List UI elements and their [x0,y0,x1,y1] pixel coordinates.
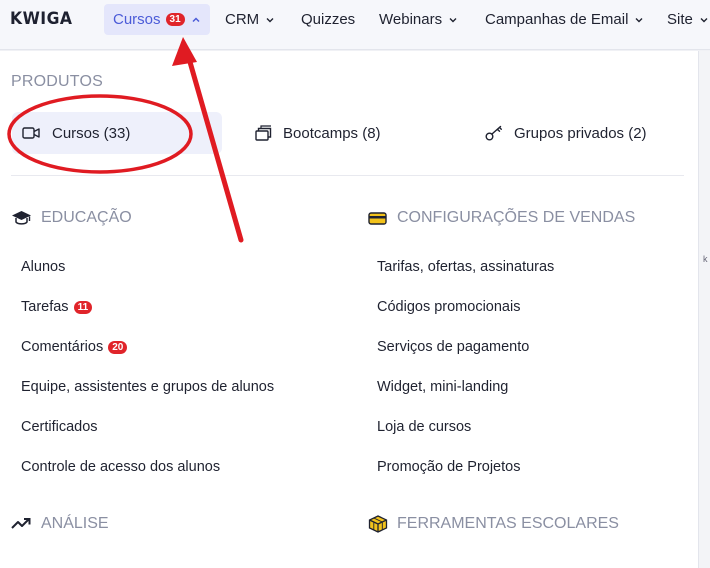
ferramentas-title-label: FERRAMENTAS ESCOLARES [397,515,619,532]
brand-logo[interactable]: KWIGA [10,9,72,29]
nav-campanhas-email[interactable]: Campanhas de Email [485,4,644,35]
products-section-title: PRODUTOS [11,73,103,90]
product-grupos-label: Grupos privados (2) [514,124,647,142]
nav-cursos-badge: 31 [165,13,185,26]
analise-title-label: ANÁLISE [41,515,109,532]
product-cursos-label: Cursos (33) [52,124,131,142]
product-bootcamps-label: Bootcamps (8) [283,124,381,142]
nav-crm-label: CRM [225,11,260,28]
nav-quizzes-label: Quizzes [301,11,356,28]
trending-up-icon [11,518,31,529]
section-divider [11,175,684,176]
video-icon [22,127,40,139]
link-tarifas[interactable]: Tarifas, ofertas, assinaturas [377,259,554,275]
vendas-title-label: CONFIGURAÇÕES DE VENDAS [397,209,636,226]
chevron-down-icon [449,17,457,22]
link-comentarios-label: Comentários [21,339,104,355]
link-widget[interactable]: Widget, mini-landing [377,379,508,395]
nav-cursos[interactable]: Cursos 31 [104,4,210,35]
product-grupos-privados[interactable]: Grupos privados (2) [485,112,647,154]
tarefas-badge: 11 [73,300,93,314]
link-promocao-projetos[interactable]: Promoção de Projetos [377,459,520,475]
link-equipe[interactable]: Equipe, assistentes e grupos de alunos [21,379,274,395]
educacao-title-label: EDUCAÇÃO [41,209,132,226]
chevron-down-icon [266,17,274,22]
link-alunos[interactable]: Alunos [21,259,65,275]
vendas-section-title: CONFIGURAÇÕES DE VENDAS [368,209,635,227]
link-loja-cursos[interactable]: Loja de cursos [377,419,471,435]
link-comentarios[interactable]: Comentários 20 [21,339,128,355]
analise-section-title: ANÁLISE [11,515,109,533]
comentarios-badge: 20 [108,340,128,354]
nav-crm[interactable]: CRM [225,4,275,35]
link-codigos-promocionais[interactable]: Códigos promocionais [377,299,520,315]
credit-card-icon [368,211,387,225]
nav-site-label: Site [667,11,693,28]
top-navigation-bar: KWIGA Cursos 31 CRM Quizzes Webinars Cam… [0,0,710,50]
chevron-down-icon [635,17,643,22]
link-certificados[interactable]: Certificados [21,419,98,435]
link-controle-acesso[interactable]: Controle de acesso dos alunos [21,459,220,475]
nav-campanhas-label: Campanhas de Email [485,11,629,28]
graduation-cap-icon [12,211,31,225]
educacao-section-title: EDUCAÇÃO [11,209,132,227]
ferramentas-section-title: FERRAMENTAS ESCOLARES [368,515,619,533]
nav-quizzes[interactable]: Quizzes [301,4,355,35]
chevron-up-icon [192,16,200,22]
nav-webinars[interactable]: Webinars [379,4,458,35]
link-tarefas-label: Tarefas [21,299,69,315]
nav-site[interactable]: Site [667,4,709,35]
link-tarefas[interactable]: Tarefas 11 [21,299,93,315]
cube-icon [368,515,388,533]
background-page-strip: k [698,51,710,568]
cursos-dropdown-panel: PRODUTOS Cursos (33) Bootcamps (8) Grupo… [0,51,698,568]
product-cursos[interactable]: Cursos (33) [12,112,222,154]
link-servicos-pagamento[interactable]: Serviços de pagamento [377,339,529,355]
bootcamp-icon [255,125,272,141]
product-bootcamps[interactable]: Bootcamps (8) [255,112,381,154]
key-icon [485,125,502,141]
chevron-down-icon [700,17,708,22]
nav-cursos-label: Cursos [113,11,161,28]
nav-webinars-label: Webinars [379,11,443,28]
